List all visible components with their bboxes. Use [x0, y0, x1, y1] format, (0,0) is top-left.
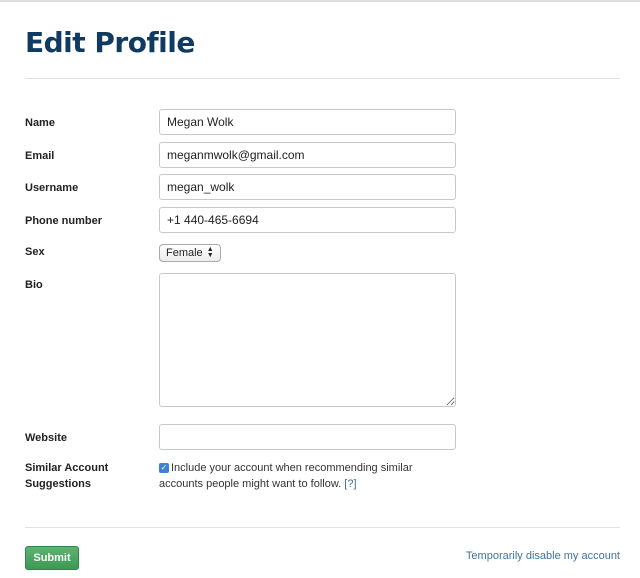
divider [25, 527, 620, 528]
sex-value: Female [166, 247, 203, 259]
sex-label: Sex [25, 246, 45, 258]
updown-arrows-icon: ▲ ▼ [206, 246, 214, 259]
similar-label: Similar Account Suggestions [25, 460, 108, 492]
website-label: Website [25, 432, 67, 444]
username-label: Username [25, 182, 79, 194]
similar-label-line1: Similar Account [25, 462, 109, 474]
bio-label: Bio [25, 279, 43, 291]
phone-input[interactable] [159, 207, 456, 233]
name-label: Name [25, 117, 55, 129]
email-input[interactable] [159, 142, 456, 168]
divider [25, 78, 620, 79]
disable-account-link[interactable]: Temporarily disable my account [466, 550, 620, 562]
sex-select[interactable]: Female ▲ ▼ [159, 244, 221, 262]
website-input[interactable] [159, 424, 456, 450]
similar-text: Include your account when recommending s… [159, 462, 413, 490]
bio-textarea[interactable] [159, 273, 456, 407]
similar-label-line2: Suggestions [25, 478, 92, 490]
similar-description: Include your account when recommending s… [159, 460, 449, 492]
submit-button[interactable]: Submit [25, 546, 79, 570]
help-link[interactable]: [?] [344, 478, 356, 490]
name-input[interactable] [159, 109, 456, 135]
username-input[interactable] [159, 174, 456, 200]
phone-label: Phone number [25, 215, 103, 227]
email-label: Email [25, 150, 55, 162]
page-title: Edit Profile [25, 26, 195, 59]
